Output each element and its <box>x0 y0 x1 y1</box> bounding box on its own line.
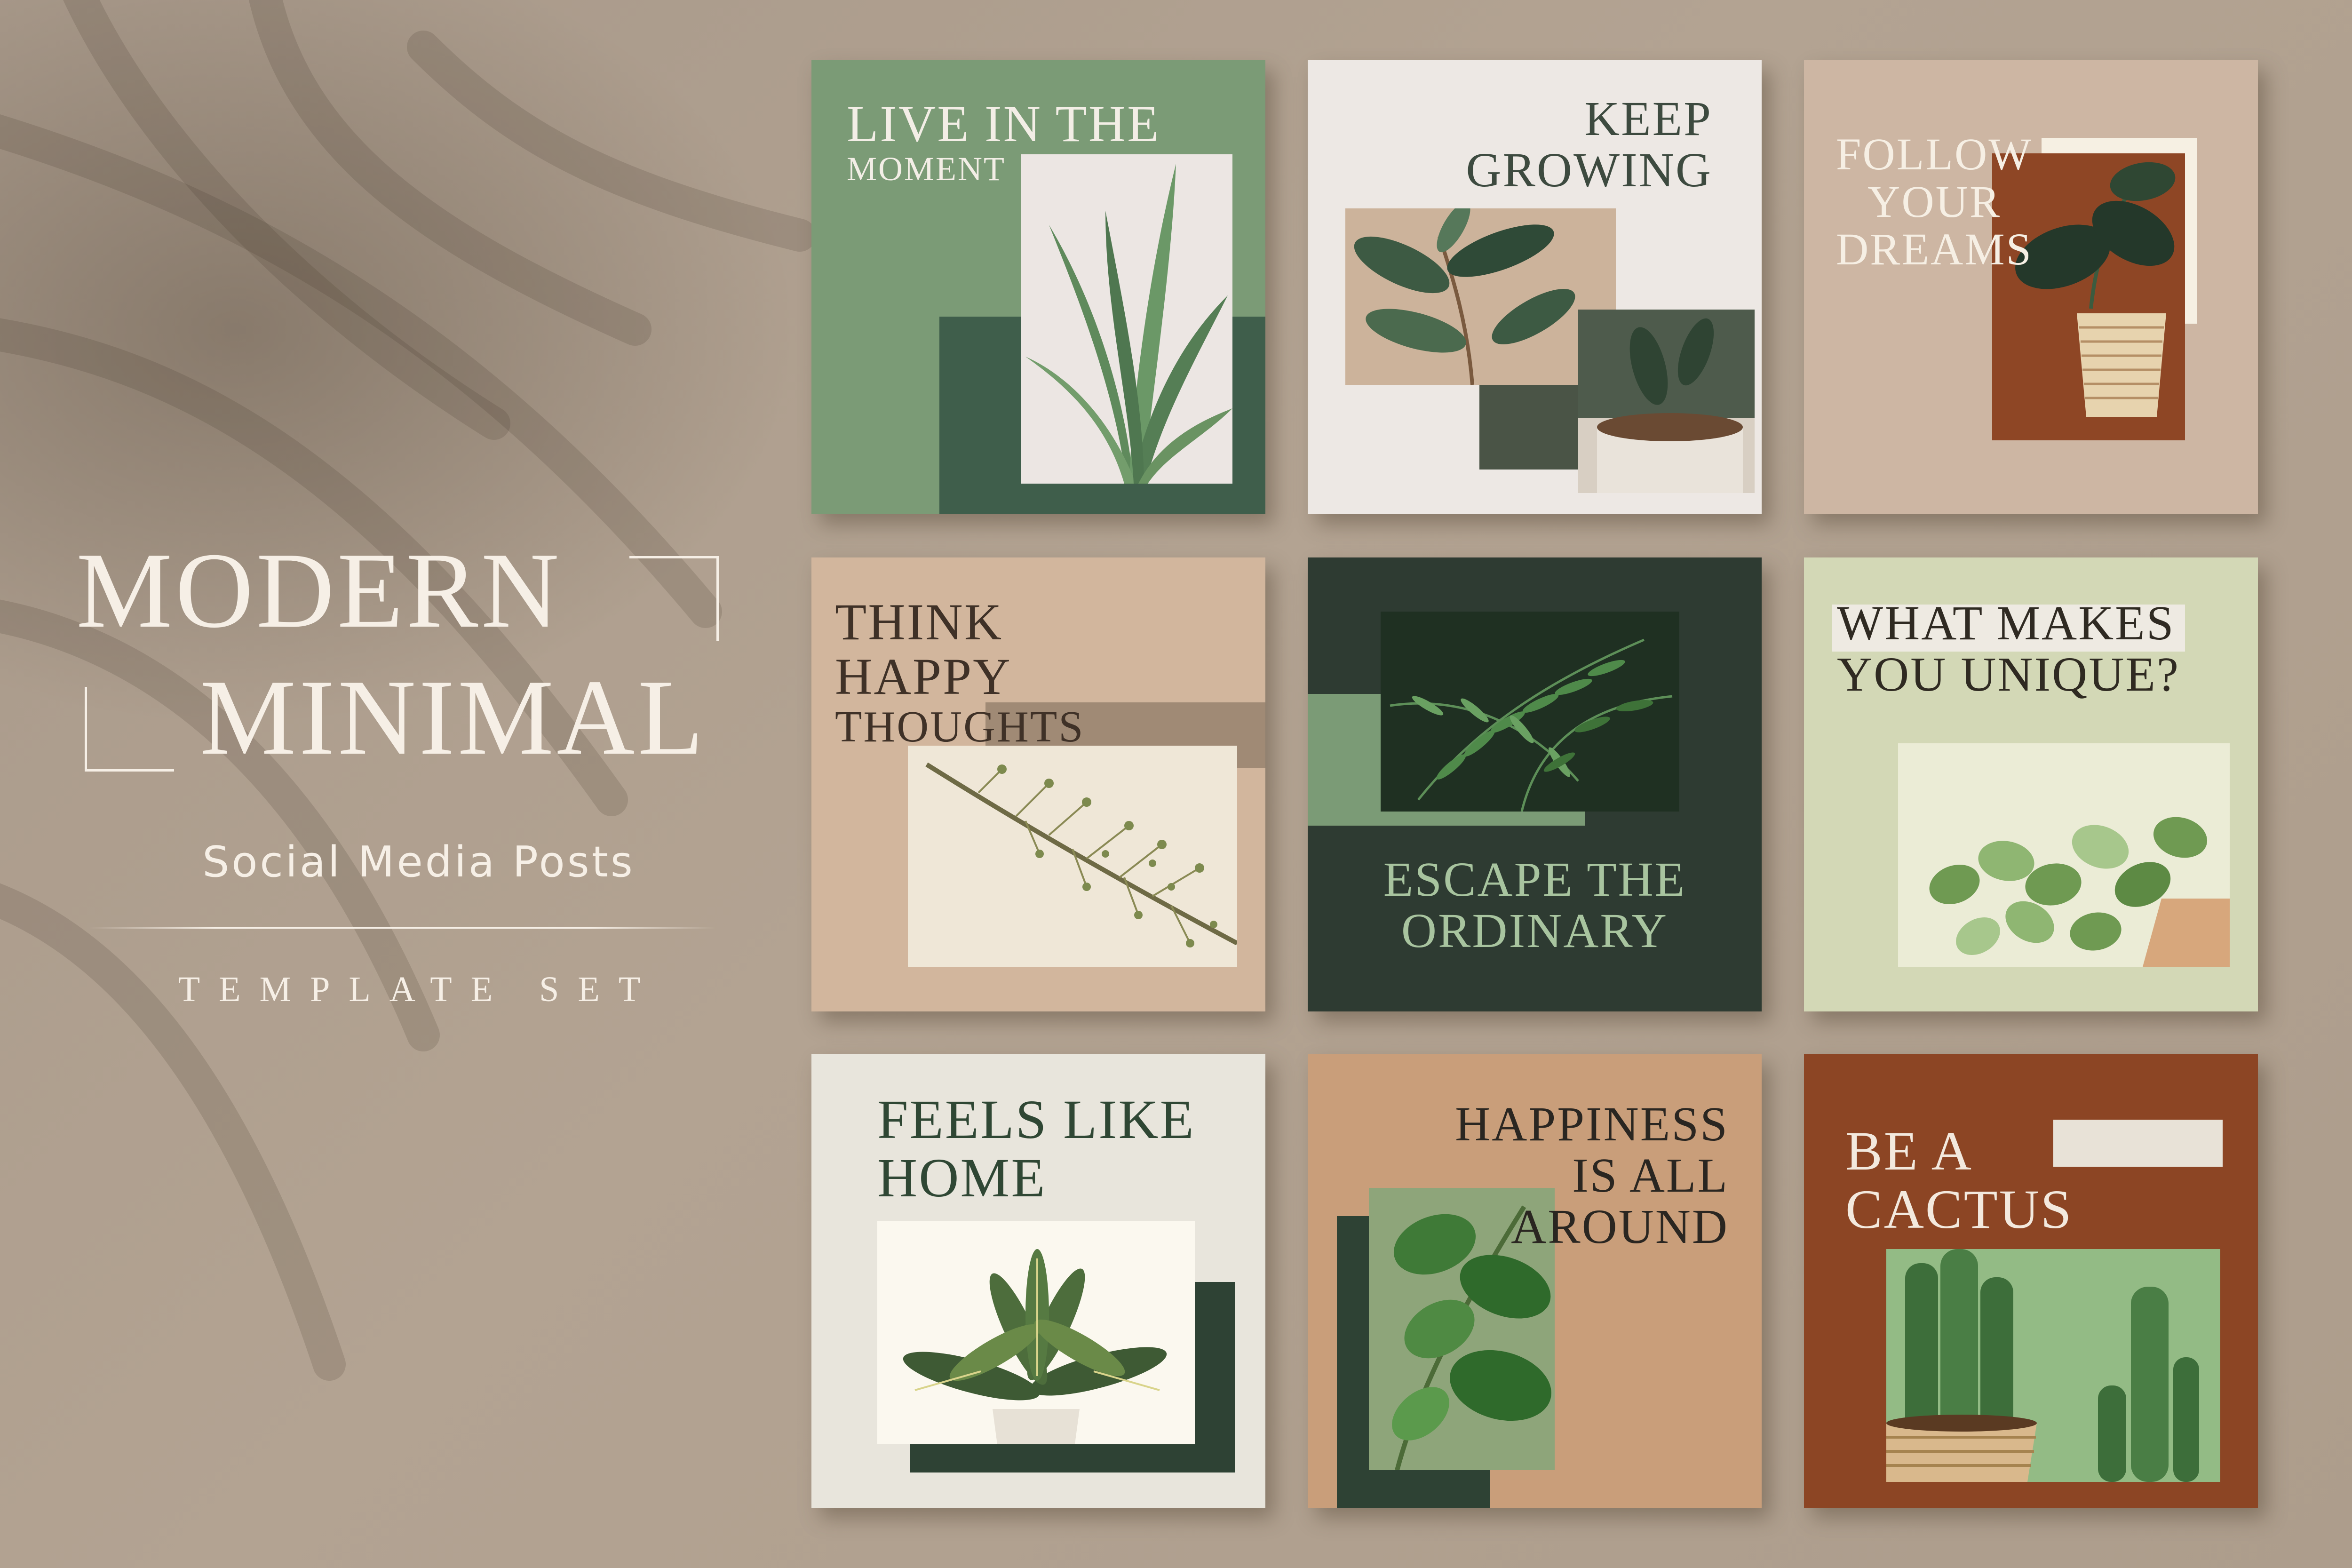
card-6-line-1: WHAT MAKES <box>1837 596 2175 650</box>
card-3-line-3: DREAMS <box>1836 223 2033 274</box>
card-6-text: WHAT MAKES YOU UNIQUE? <box>1837 597 2180 700</box>
snake-plant-photo <box>1021 154 1232 484</box>
card-5-text: ESCAPE THE ORDINARY <box>1308 852 1762 958</box>
post-card-be-a-cactus[interactable]: BE A CACTUS <box>1804 1054 2258 1508</box>
title-line-2: MINIMAL <box>200 657 707 777</box>
caption: TEMPLATE SET <box>178 970 660 1009</box>
post-card-happiness-is-all-around[interactable]: HAPPINESS IS ALL AROUND <box>1308 1054 1762 1508</box>
card-4-line-2: HAPPY <box>835 647 1012 705</box>
post-card-think-happy-thoughts[interactable]: THINK HAPPY THOUGHTS <box>811 557 1265 1011</box>
card-1-text: LIVE IN THE MOMENT <box>847 95 1160 188</box>
card-2-line-1: KEEP <box>1584 92 1712 146</box>
card-7-line-1: FEELS LIKE <box>877 1089 1195 1150</box>
post-card-escape-the-ordinary[interactable]: ESCAPE THE ORDINARY <box>1308 557 1762 1011</box>
post-card-live-in-the-moment[interactable]: LIVE IN THE MOMENT <box>811 60 1265 514</box>
corner-bracket-top-right <box>629 556 719 641</box>
card-9-line-1: BE A <box>1845 1120 1973 1182</box>
card-4-text: THINK HAPPY THOUGHTS <box>835 595 1085 750</box>
post-card-feels-like-home[interactable]: FEELS LIKE HOME <box>811 1054 1265 1508</box>
card-5-line-2: ORDINARY <box>1401 904 1669 958</box>
card-1-line-2: MOMENT <box>847 150 1006 188</box>
corner-bracket-bottom-left <box>85 687 174 772</box>
card-8-line-1: HAPPINESS <box>1455 1097 1729 1151</box>
title-block: MODERN MINIMAL Social Media Posts TEMPLA… <box>71 536 767 1026</box>
card-7-text: FEELS LIKE HOME <box>877 1090 1195 1207</box>
post-card-follow-your-dreams[interactable]: FOLLOW YOUR DREAMS <box>1804 60 2258 514</box>
divider <box>89 927 715 929</box>
potted-plant-photo <box>877 1221 1195 1444</box>
card-3-line-2: YOUR <box>1867 176 2001 227</box>
card-7-line-2: HOME <box>877 1146 1047 1209</box>
potted-plant-photo <box>1578 310 1755 493</box>
card-3-text: FOLLOW YOUR DREAMS <box>1833 129 2035 274</box>
pothos-photo <box>1898 743 2230 967</box>
card-2-line-2: GROWING <box>1466 143 1712 198</box>
subtitle: Social Media Posts <box>202 837 635 887</box>
card-9-line-2: CACTUS <box>1845 1178 2073 1240</box>
accent-bar <box>2053 1120 2223 1167</box>
post-card-keep-growing[interactable]: KEEP GROWING <box>1308 60 1762 514</box>
fern-photo <box>1381 612 1679 812</box>
title-line-1: MODERN <box>76 530 562 650</box>
dried-branch-photo <box>908 746 1237 967</box>
card-3-line-1: FOLLOW <box>1836 129 2033 179</box>
card-8-text: HAPPINESS IS ALL AROUND <box>1455 1098 1729 1253</box>
rubber-plant-photo <box>1345 208 1616 385</box>
post-card-what-makes-you-unique[interactable]: WHAT MAKES YOU UNIQUE? <box>1804 557 2258 1011</box>
card-4-line-1: THINK <box>835 593 1003 651</box>
card-4-line-3: THOUGHTS <box>835 702 1085 751</box>
card-8-line-2: IS ALL <box>1572 1148 1729 1203</box>
card-9-text: BE A CACTUS <box>1845 1122 2073 1239</box>
card-8-line-3: AROUND <box>1511 1200 1729 1254</box>
cactus-photo <box>1886 1249 2220 1482</box>
card-5-line-1: ESCAPE THE <box>1383 852 1686 907</box>
card-6-line-2: YOU UNIQUE? <box>1837 647 2180 702</box>
card-1-line-1: LIVE IN THE <box>847 95 1160 152</box>
card-2-text: KEEP GROWING <box>1466 93 1712 196</box>
